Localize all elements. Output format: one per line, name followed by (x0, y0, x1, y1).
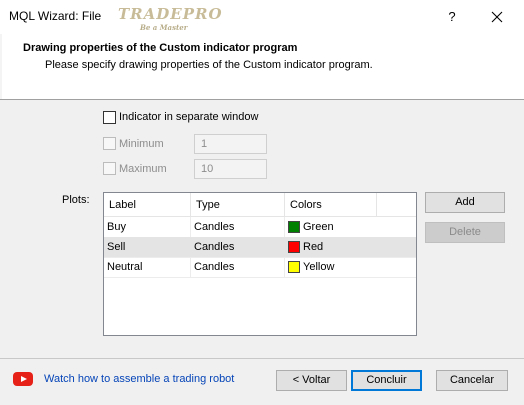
column-header-label[interactable]: Label (104, 193, 136, 217)
plot-type-cell: Candles (194, 241, 235, 253)
plot-row-buy[interactable]: Buy Candles Green (104, 217, 416, 237)
page-subtitle: Please specify drawing properties of the… (45, 59, 373, 71)
column-header-colors[interactable]: Colors (285, 193, 322, 217)
close-button[interactable] (484, 6, 510, 28)
finish-button[interactable]: Concluir (351, 370, 422, 391)
plot-label-cell: Neutral (107, 261, 143, 273)
close-icon (491, 11, 503, 23)
separate-window-checkbox[interactable] (103, 111, 116, 124)
plot-label-cell: Sell (107, 241, 126, 253)
window-title: MQL Wizard: File (9, 9, 102, 23)
grid-line (104, 277, 416, 278)
page-title: Drawing properties of the Custom indicat… (23, 42, 298, 54)
maximum-field[interactable]: 10 (194, 159, 267, 179)
minimum-field[interactable]: 1 (194, 134, 267, 154)
column-divider[interactable] (376, 193, 377, 217)
color-name: Green (303, 221, 334, 233)
plot-type-cell: Candles (194, 261, 235, 273)
maximum-checkbox[interactable] (103, 162, 116, 175)
plots-list-header: Label Type Colors (104, 193, 416, 217)
plots-list[interactable]: Label Type Colors Buy Candles Green Sell… (103, 192, 417, 336)
plots-label: Plots: (62, 194, 90, 206)
plot-row-sell[interactable]: Sell Candles Red (104, 237, 416, 257)
tradepro-logo: TRADEPRO Be a Master (118, 5, 223, 33)
color-name: Yellow (303, 261, 335, 273)
plot-type-cell: Candles (194, 221, 235, 233)
mql-wizard-dialog: MQL Wizard: File TRADEPRO Be a Master ? … (0, 0, 524, 405)
cancel-button[interactable]: Cancelar (436, 370, 508, 391)
plot-row-neutral[interactable]: Neutral Candles Yellow (104, 257, 416, 277)
video-tutorial-link[interactable]: Watch how to assemble a trading robot (44, 373, 234, 385)
column-header-type[interactable]: Type (191, 193, 220, 217)
minimum-label: Minimum (119, 138, 164, 150)
color-swatch (288, 241, 300, 253)
delete-button[interactable]: Delete (425, 222, 505, 243)
color-swatch (288, 221, 300, 233)
maximum-label: Maximum (119, 163, 167, 175)
back-button[interactable]: < Voltar (276, 370, 347, 391)
plot-color-cell: Green (285, 217, 334, 237)
help-button[interactable]: ? (440, 6, 464, 28)
plot-color-cell: Yellow (285, 257, 334, 277)
separate-window-label[interactable]: Indicator in separate window (119, 111, 258, 123)
color-swatch (288, 261, 300, 273)
minimum-checkbox[interactable] (103, 137, 116, 150)
logo-main-text: TRADEPRO (118, 5, 223, 23)
youtube-icon[interactable] (13, 372, 33, 386)
add-button[interactable]: Add (425, 192, 505, 213)
color-name: Red (303, 241, 324, 253)
title-bar: MQL Wizard: File TRADEPRO Be a Master ? (0, 0, 524, 34)
plot-label-cell: Buy (107, 221, 126, 233)
logo-tagline: Be a Master (140, 23, 188, 32)
plot-color-cell: Red (285, 237, 323, 257)
